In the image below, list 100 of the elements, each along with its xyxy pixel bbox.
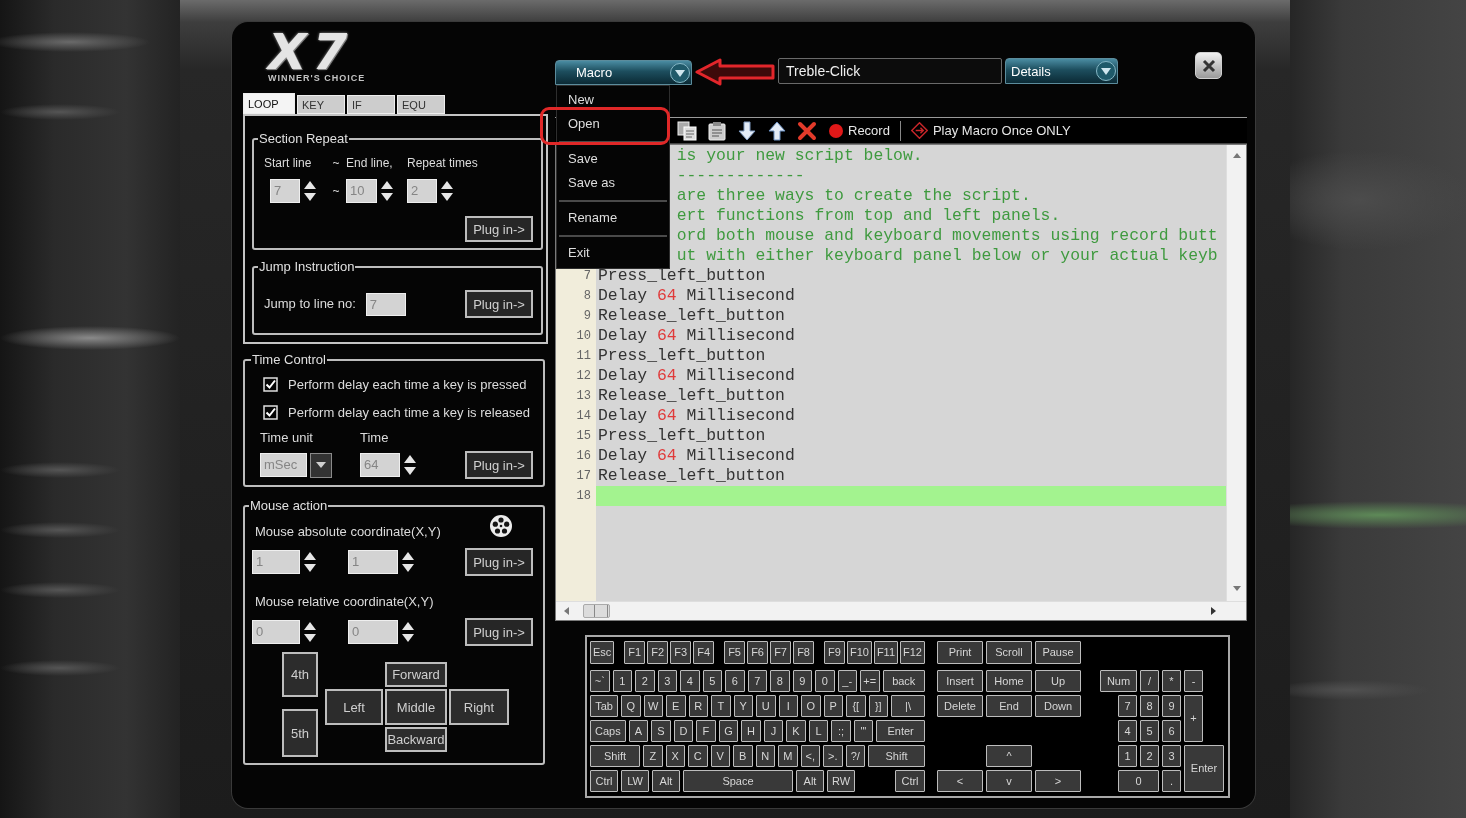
menu-item[interactable]: Rename (557, 206, 664, 230)
keyboard-key[interactable]: T (711, 695, 731, 717)
mouse-button[interactable]: Left (325, 689, 383, 725)
spinner-arrows-icon[interactable] (400, 550, 416, 574)
macro-name-field[interactable]: Treble-Click (778, 58, 1002, 84)
keyboard-key[interactable]: 5 (1140, 720, 1159, 742)
keyboard-key[interactable]: F1 (624, 641, 646, 664)
keyboard-key[interactable]: 1 (1118, 745, 1137, 767)
keyboard-key[interactable]: RW (827, 770, 856, 792)
keyboard-key[interactable]: Space (683, 770, 793, 792)
keyboard-key[interactable]: < (937, 770, 983, 792)
keyboard-key[interactable]: 0 (1118, 770, 1159, 792)
keyboard-key[interactable]: I (778, 695, 798, 717)
keyboard-key[interactable]: Tab (590, 695, 618, 717)
spinner-arrows-icon[interactable] (302, 620, 318, 644)
spinner-arrows-icon[interactable] (379, 179, 395, 203)
keyboard-key[interactable]: += (860, 670, 880, 692)
keyboard-key[interactable]: H (741, 720, 761, 742)
keyboard-key[interactable]: Alt (652, 770, 680, 792)
keyboard-key[interactable]: W (643, 695, 663, 717)
keyboard-key[interactable]: 5 (702, 670, 722, 692)
horizontal-scrollbar[interactable] (556, 601, 1246, 620)
keyboard-key[interactable]: 1 (612, 670, 632, 692)
keyboard-key[interactable]: S (651, 720, 671, 742)
checkbox[interactable] (263, 376, 278, 392)
keyboard-key[interactable]: F10 (846, 641, 872, 664)
spinner-arrows-icon[interactable] (302, 550, 318, 574)
keyboard-key[interactable]: Shift (868, 745, 925, 767)
keyboard-key[interactable]: :; (831, 720, 851, 742)
scroll-right-icon[interactable] (1211, 607, 1216, 615)
keyboard-key[interactable]: <, (800, 745, 820, 767)
details-dropdown[interactable]: Details (1005, 58, 1118, 84)
keyboard-key[interactable]: O (801, 695, 821, 717)
keyboard-key[interactable]: Down (1035, 695, 1081, 717)
keyboard-key[interactable]: Esc (590, 641, 615, 664)
keyboard-key[interactable]: / (1140, 670, 1159, 692)
keyboard-key[interactable]: End (986, 695, 1032, 717)
keyboard-key[interactable]: P (823, 695, 843, 717)
keyboard-key[interactable]: Ctrl (590, 770, 618, 792)
keyboard-key[interactable]: back (882, 670, 925, 692)
keyboard-key[interactable]: F11 (873, 641, 899, 664)
plug-in-button[interactable]: Plug in-> (465, 548, 533, 576)
keyboard-key[interactable]: 0 (815, 670, 835, 692)
keyboard-key[interactable]: * (1162, 670, 1181, 692)
menu-item[interactable]: Save as (557, 171, 664, 195)
keyboard-key[interactable]: |\ (891, 695, 925, 717)
keyboard-key[interactable]: Delete (937, 695, 983, 717)
keyboard-key[interactable]: Print (937, 641, 983, 664)
plug-in-button[interactable]: Plug in-> (465, 216, 533, 242)
tab[interactable]: KEY (297, 95, 345, 114)
keyboard-key[interactable]: 2 (1140, 745, 1159, 767)
tab[interactable]: IF (347, 95, 395, 114)
keyboard-key[interactable]: Y (733, 695, 753, 717)
keyboard-key[interactable]: Enter (876, 720, 925, 742)
keyboard-key[interactable]: {[ (846, 695, 866, 717)
keyboard-key[interactable]: _- (837, 670, 857, 692)
keyboard-key[interactable]: F12 (900, 641, 925, 664)
keyboard-key[interactable]: C (688, 745, 708, 767)
keyboard-key[interactable]: N (755, 745, 775, 767)
dropdown-button[interactable] (310, 452, 332, 478)
scroll-down-icon[interactable] (1232, 586, 1241, 591)
keyboard-key[interactable]: J (763, 720, 784, 742)
keyboard-key[interactable]: K (786, 720, 806, 742)
keyboard-key[interactable]: F6 (747, 641, 769, 664)
keyboard-key[interactable]: }] (868, 695, 888, 717)
keyboard-key[interactable]: v (986, 770, 1032, 792)
spinner-arrows-icon[interactable] (402, 453, 418, 477)
keyboard-key[interactable]: 9 (1162, 695, 1181, 717)
keyboard-key[interactable]: 2 (635, 670, 655, 692)
mouse-button[interactable]: Forward (385, 662, 447, 687)
keyboard-key[interactable]: >. (823, 745, 843, 767)
mouse-button[interactable]: Middle (385, 689, 447, 725)
plug-in-button[interactable]: Plug in-> (465, 618, 533, 646)
keyboard-key[interactable]: V (710, 745, 730, 767)
keyboard-key[interactable]: ^ (986, 745, 1032, 767)
mouse-side-button[interactable]: 5th (282, 709, 318, 757)
keyboard-key[interactable]: R (688, 695, 708, 717)
keyboard-key[interactable]: L (808, 720, 829, 742)
keyboard-key[interactable]: ~` (590, 670, 610, 692)
scroll-left-icon[interactable] (564, 607, 569, 615)
play-once-button[interactable]: Play Macro Once ONLY (910, 119, 1071, 142)
mouse-button[interactable]: Backward (385, 727, 447, 752)
keyboard-key[interactable]: D (673, 720, 694, 742)
plug-in-button[interactable]: Plug in-> (465, 451, 533, 479)
keyboard-key[interactable]: Caps (590, 720, 626, 742)
keyboard-key[interactable]: Num (1100, 670, 1137, 692)
keyboard-key[interactable]: F2 (647, 641, 669, 664)
keyboard-key[interactable]: B (733, 745, 753, 767)
clipboard-icon[interactable] (707, 120, 727, 141)
keyboard-key[interactable]: F5 (724, 641, 746, 664)
keyboard-key[interactable]: A (628, 720, 649, 742)
keyboard-key[interactable]: Up (1035, 670, 1081, 692)
keyboard-key[interactable]: Enter (1184, 745, 1224, 792)
keyboard-key[interactable]: F (696, 720, 716, 742)
keyboard-key[interactable]: 4 (680, 670, 700, 692)
menu-item[interactable]: Save (557, 147, 664, 171)
tab[interactable]: EQU (397, 95, 445, 114)
keyboard-key[interactable]: LW (621, 770, 649, 792)
plug-in-button[interactable]: Plug in-> (465, 290, 533, 318)
down-arrow-icon[interactable] (737, 120, 757, 141)
